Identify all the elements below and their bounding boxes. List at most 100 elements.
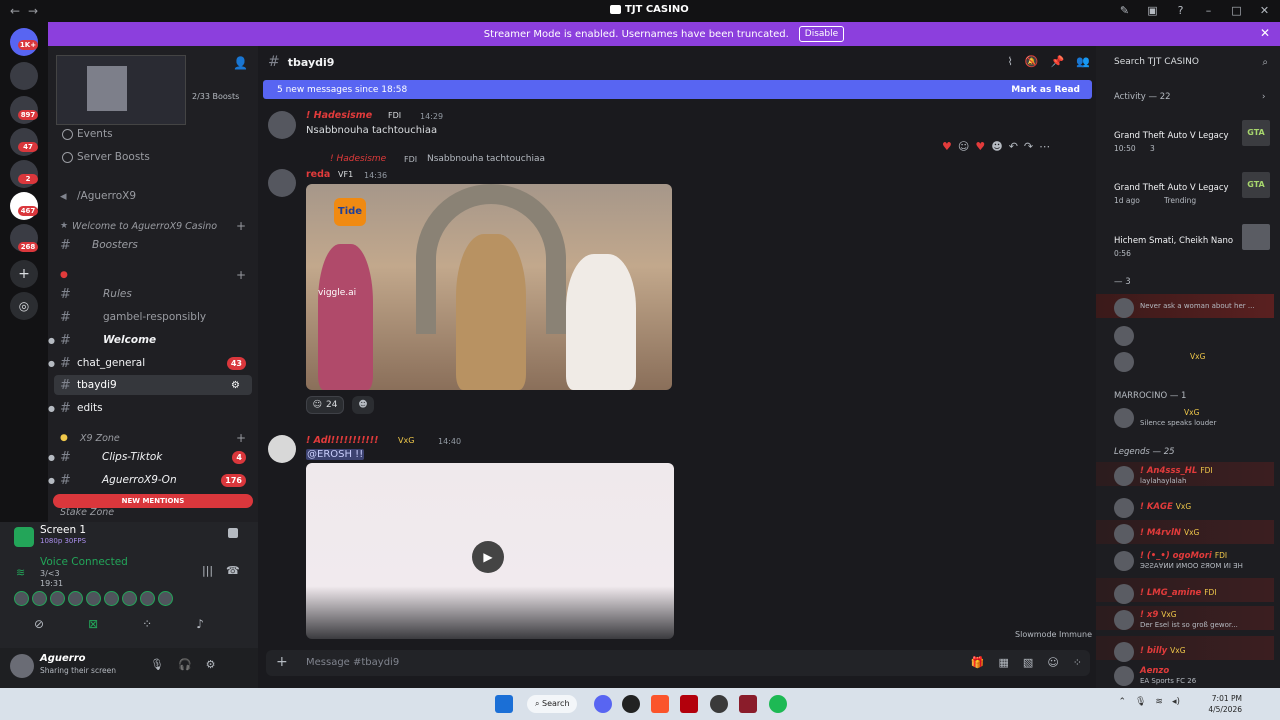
add-server-icon[interactable]: + (10, 260, 38, 288)
sidebar-item-gambel[interactable]: # gambel-responsibly (48, 307, 258, 327)
windows-start-icon[interactable] (495, 695, 513, 713)
spotify-icon[interactable] (769, 695, 787, 713)
sidebar-item-server-boosts[interactable]: Server Boosts (48, 147, 258, 167)
category-welcome[interactable]: ★ Welcome to AguerroX9 Casino + (48, 216, 258, 236)
member-row[interactable]: ! KAGE VxG (1114, 498, 1274, 518)
member-row[interactable]: VxG (1114, 352, 1274, 372)
disable-button[interactable]: Disable (798, 26, 845, 42)
gift-icon[interactable]: 🎁 (971, 656, 985, 669)
obs-icon[interactable] (710, 695, 728, 713)
server-icon[interactable] (10, 62, 38, 90)
back-icon[interactable]: ← (6, 4, 24, 18)
chrome-icon[interactable] (622, 695, 640, 713)
add-channel-icon[interactable]: + (236, 268, 246, 282)
more-icon[interactable]: ⋯ (1039, 140, 1050, 153)
microphone-icon[interactable]: 🎙 (150, 658, 164, 671)
forward-icon[interactable]: → (24, 4, 42, 18)
laugh-reaction-icon[interactable]: ☺ (958, 140, 969, 153)
reply-preview[interactable]: Nsabbnouha tachtouchiaa (427, 154, 545, 164)
avatar[interactable] (68, 591, 83, 606)
brave-icon[interactable] (651, 695, 669, 713)
inbox-icon[interactable]: ▣ (1145, 3, 1160, 18)
forward-icon[interactable]: ↷ (1024, 140, 1033, 153)
sidebar-item-rules[interactable]: # Rules (48, 284, 258, 304)
member-row[interactable]: Never ask a woman about her ... (1114, 298, 1274, 318)
member-row[interactable]: ! M4rvlN VxG (1114, 524, 1274, 544)
gif-icon[interactable]: ▦ (999, 656, 1009, 669)
avatar[interactable] (10, 654, 34, 678)
sidebar-item-voice[interactable]: ◂/AguerroX9 (48, 186, 258, 206)
broken-heart-icon[interactable]: ♥ (975, 140, 985, 153)
member-row[interactable]: ! x9 VxG Der Esel ist so groß gewor... (1114, 610, 1274, 630)
sidebar-item-clips-tiktok[interactable]: ● # Clips-Tiktok 4 (48, 447, 258, 467)
member-row[interactable]: ! (•_•) ogoMori FDI ЭƧƧA∀ИИ ИMOO ƧЯOM ИI … (1114, 551, 1274, 571)
message-image[interactable]: Tide viggle.ai (306, 184, 672, 390)
reaction-laugh[interactable]: ☺ 24 (306, 396, 344, 414)
disconnect-icon[interactable]: ☎ (226, 564, 240, 577)
message-composer[interactable]: + Message #tbaydi9 🎁 ▦ ▧ ☺ ⁘ (266, 650, 1090, 676)
attach-icon[interactable]: + (276, 654, 288, 670)
camera-off-icon[interactable]: ⊘ (34, 617, 44, 631)
new-messages-bar[interactable]: 5 new messages since 18:58 Mark as Read (263, 80, 1092, 99)
user-name[interactable]: Aguerro (40, 653, 86, 664)
sidebar-item-tbaydi9[interactable]: # tbaydi9 ⚙ (54, 375, 252, 395)
headphones-icon[interactable]: 🎧 (178, 658, 192, 671)
clock[interactable]: 7:01 PM 4/5/2026 (1208, 693, 1242, 715)
message-input[interactable]: Message #tbaydi9 (306, 657, 399, 668)
message-author[interactable]: ! Hadesisme (306, 110, 372, 121)
avatar[interactable] (32, 591, 47, 606)
reply-icon[interactable]: ↶ (1009, 140, 1018, 153)
maximize-icon[interactable]: □ (1229, 3, 1244, 18)
close-icon[interactable]: ✕ (1260, 26, 1270, 40)
sidebar-item-aguerrox9-on[interactable]: ● # AguerroX9-On 176 (48, 470, 258, 490)
taskbar-search[interactable]: ⌕ Search (527, 695, 577, 713)
minimize-icon[interactable]: – (1201, 3, 1216, 18)
member-row[interactable] (1114, 326, 1274, 346)
activity-card[interactable]: Hichem Smati, Cheikh Nano 0:56 (1114, 224, 1274, 264)
nitro-icon[interactable]: ✎ (1117, 3, 1132, 18)
mic-icon[interactable]: 🎙 (1135, 697, 1146, 707)
category-x9-zone[interactable]: ● X9 Zone + (48, 428, 258, 448)
sidebar-item-edits[interactable]: ● # edits (48, 398, 258, 418)
pin-icon[interactable]: 📌 (1051, 55, 1065, 68)
avatar[interactable] (140, 591, 155, 606)
video-player[interactable]: ▶ (306, 463, 674, 639)
share-screen-icon[interactable]: ⊠ (88, 617, 98, 631)
avatar[interactable] (86, 591, 101, 606)
acrobat-icon[interactable] (680, 695, 698, 713)
avatar[interactable] (268, 435, 296, 463)
help-icon[interactable]: ? (1173, 3, 1188, 18)
apps-icon[interactable]: ⁘ (1073, 656, 1082, 669)
invite-icon[interactable]: 👤 (233, 56, 248, 70)
settings-icon[interactable]: ⚙ (231, 380, 240, 391)
message-author[interactable]: ! Adl!!!!!!!!!!! (306, 435, 378, 446)
avatar[interactable] (122, 591, 137, 606)
stop-stream-icon[interactable] (228, 528, 238, 538)
new-mentions-pill[interactable]: NEW MENTIONS (53, 494, 253, 508)
sidebar-item-boosters[interactable]: # Boosters (48, 235, 258, 255)
member-row[interactable]: Aenzo EA Sports FC 26 (1114, 666, 1274, 686)
capcut-icon[interactable] (739, 695, 757, 713)
avatar[interactable] (14, 591, 29, 606)
reply-author[interactable]: ! Hadesisme (330, 154, 386, 164)
member-row[interactable]: ! An4sss_HL FDI laylahaylalah (1114, 466, 1274, 486)
play-icon[interactable]: ▶ (472, 541, 504, 573)
activities-icon[interactable]: ⁘ (142, 617, 152, 631)
wifi-icon[interactable]: ≋ (1155, 697, 1163, 707)
avatar[interactable] (158, 591, 173, 606)
avatar[interactable] (104, 591, 119, 606)
signal-icon[interactable]: ≋ (16, 566, 25, 579)
close-icon[interactable]: ✕ (1257, 3, 1272, 18)
noise-suppression-icon[interactable]: ||| (202, 564, 213, 577)
add-channel-icon[interactable]: + (236, 219, 246, 233)
mark-as-read-button[interactable]: Mark as Read (1011, 85, 1080, 95)
add-channel-icon[interactable]: + (236, 431, 246, 445)
category-unnamed[interactable]: ● + (48, 265, 258, 285)
emoji-icon[interactable]: ☺ (1047, 656, 1058, 669)
stream-preview[interactable] (56, 55, 186, 125)
chevron-right-icon[interactable]: › (1262, 92, 1265, 102)
chevron-up-icon[interactable]: ⌃ (1118, 697, 1126, 707)
avatar[interactable] (50, 591, 65, 606)
add-reaction-icon[interactable]: ☻ (991, 140, 1002, 153)
member-row[interactable]: ! billy VxG (1114, 642, 1274, 662)
